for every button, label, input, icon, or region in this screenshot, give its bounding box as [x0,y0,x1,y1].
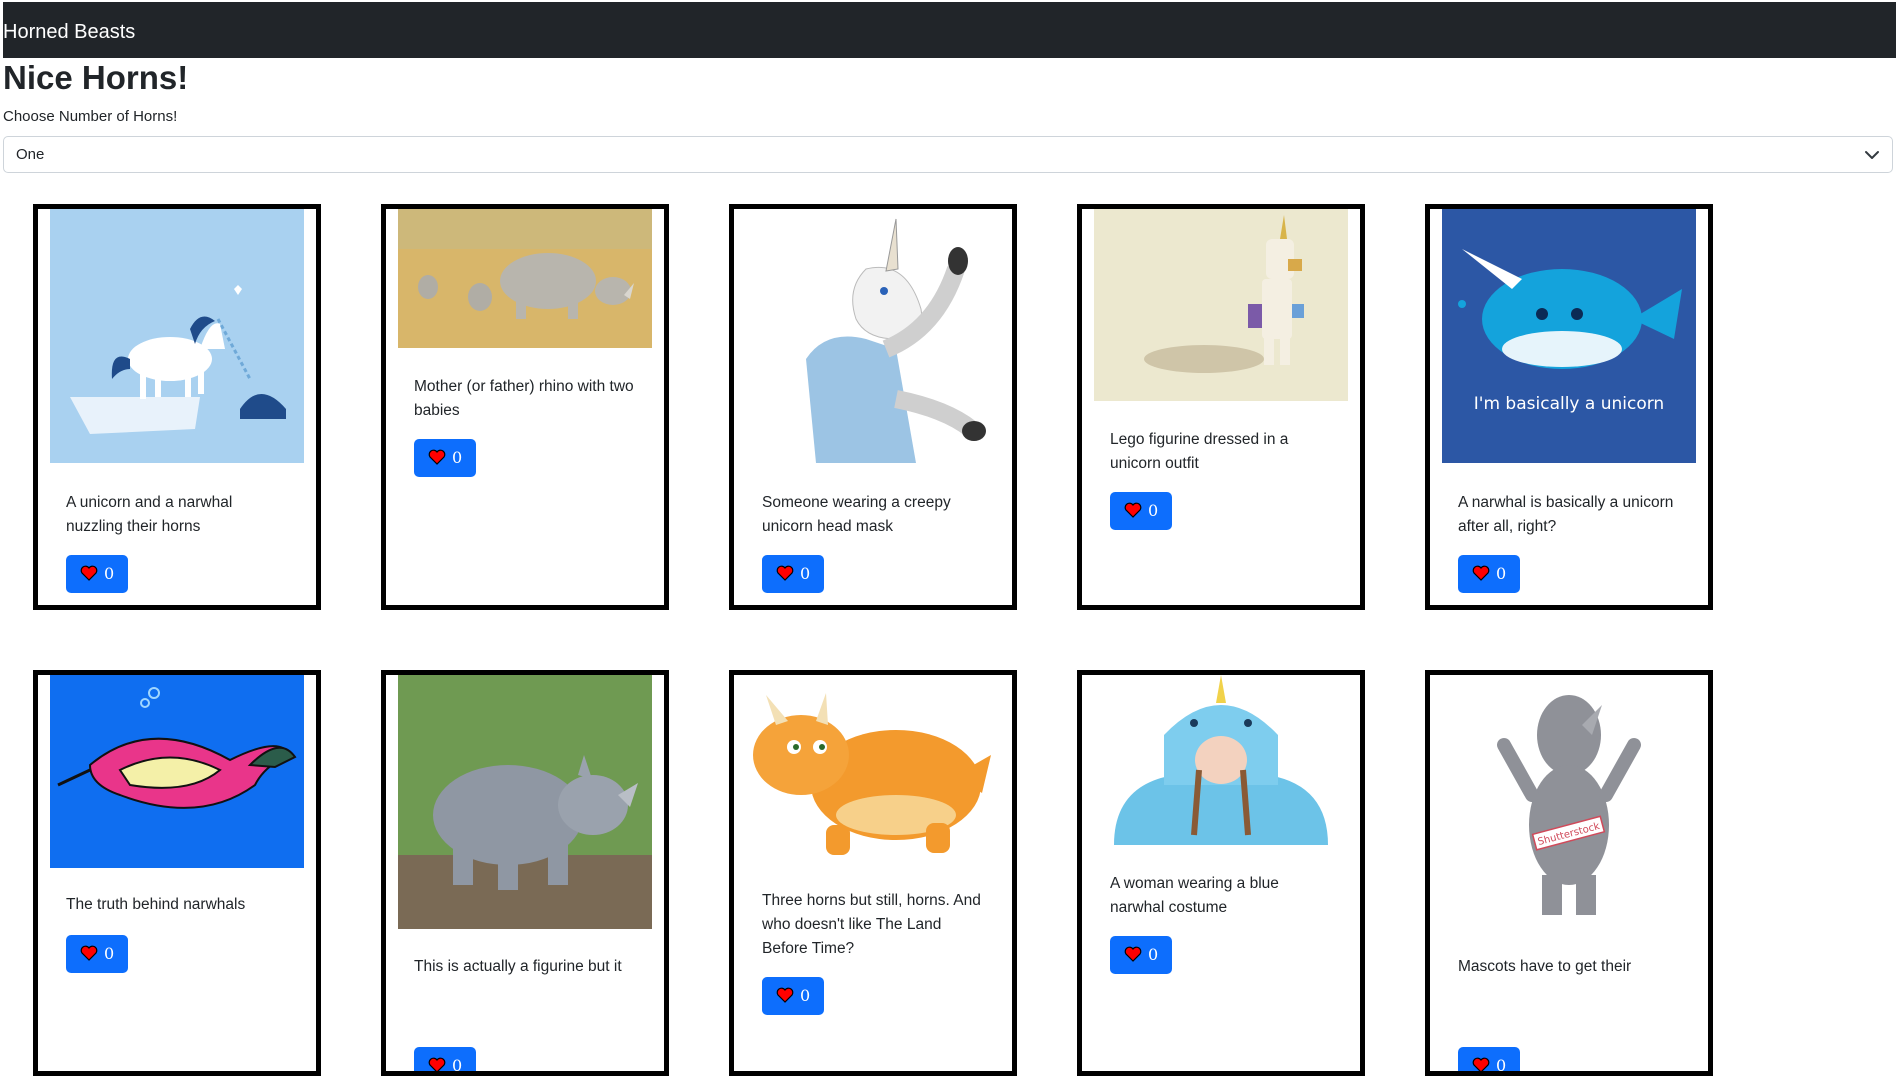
heart-icon [776,987,794,1003]
beast-description: Mascots have to get their [1458,958,1632,975]
beast-description: The truth behind narwhals [66,896,246,913]
navbar: Horned Beasts [3,2,1896,58]
like-button[interactable]: 0 [66,935,128,973]
beast-image[interactable] [746,209,1000,463]
beast-description: Lego figurine dressed in a unicorn outfi… [1110,431,1289,472]
like-count: 0 [452,448,463,467]
unicorn-narwhal-image [50,209,304,463]
like-count: 0 [104,564,115,583]
like-button[interactable]: 0 [1458,555,1520,593]
like-button[interactable]: 0 [1458,1047,1520,1075]
horns-select-value: One [16,146,45,163]
like-button[interactable]: 0 [762,555,824,593]
horns-select-label: Choose Number of Horns! [3,108,178,125]
page-title: Nice Horns! [3,59,189,96]
narwhal-costume-image [1094,675,1348,845]
beast-card: I'm basically a unicorn A narwhal is bas… [1425,204,1713,610]
heart-icon [80,945,98,961]
heart-icon [1472,565,1490,581]
beast-description: A unicorn and a narwhal nuzzling their h… [66,494,233,535]
like-count: 0 [452,1056,463,1075]
like-count: 0 [1496,564,1507,583]
beast-description: Someone wearing a creepy unicorn head ma… [762,494,951,535]
like-button[interactable]: 0 [1110,492,1172,530]
heart-icon [1124,946,1142,962]
image-caption-text: I'm basically a unicorn [1474,394,1664,414]
like-button[interactable]: 0 [762,977,824,1015]
lego-unicorn-image [1094,209,1348,401]
navbar-brand[interactable]: Horned Beasts [3,20,135,44]
heart-icon [428,1057,446,1071]
beast-image[interactable] [398,675,652,929]
like-count: 0 [1496,1056,1507,1075]
like-count: 0 [1148,501,1159,520]
beast-image[interactable] [398,209,652,348]
heart-icon [428,449,446,465]
beast-card: A unicorn and a narwhal nuzzling their h… [33,204,321,610]
narwhal-drawing-image [50,675,304,868]
beast-image[interactable] [746,675,1000,868]
beast-card: The truth behind narwhals 0 [33,670,321,1076]
triceratops-image [746,675,1000,868]
heart-icon [776,565,794,581]
like-count: 0 [1148,945,1159,964]
like-button[interactable]: 0 [414,1047,476,1075]
like-button[interactable]: 0 [1110,936,1172,974]
beast-card: Shutterstock Mascots have to get their 0 [1425,670,1713,1076]
beast-description: A narwhal is basically a unicorn after a… [1458,494,1674,535]
beast-description: Mother (or father) rhino with two babies [414,378,634,419]
beast-image[interactable] [1094,675,1348,845]
rhino-mascot-image: Shutterstock [1442,675,1696,929]
unicorn-mask-image [746,209,1000,463]
beast-card: Three horns but still, horns. And who do… [729,670,1017,1076]
beast-card: A woman wearing a blue narwhal costume 0 [1077,670,1365,1076]
beast-card: This is actually a figurine but it 0 [381,670,669,1076]
beast-image[interactable] [1094,209,1348,401]
heart-icon [1472,1057,1490,1071]
like-count: 0 [104,944,115,963]
like-count: 0 [800,986,811,1005]
beast-image[interactable] [50,209,304,463]
baby-rhino-image [398,675,652,929]
beast-card: Mother (or father) rhino with two babies… [381,204,669,610]
rhino-family-image [398,209,652,348]
beast-card: Someone wearing a creepy unicorn head ma… [729,204,1017,610]
beast-image[interactable] [50,675,304,868]
like-count: 0 [800,564,811,583]
beast-description: This is actually a figurine but it [414,958,622,975]
beast-description: A woman wearing a blue narwhal costume [1110,875,1279,916]
horns-select[interactable]: One [3,136,1893,173]
cartoon-narwhal-image: I'm basically a unicorn [1442,209,1696,463]
beast-image[interactable]: I'm basically a unicorn [1442,209,1696,463]
beast-card: Lego figurine dressed in a unicorn outfi… [1077,204,1365,610]
beast-description: Three horns but still, horns. And who do… [762,892,981,957]
heart-icon [1124,502,1142,518]
heart-icon [80,565,98,581]
like-button[interactable]: 0 [66,555,128,593]
beast-image[interactable]: Shutterstock [1442,675,1696,929]
chevron-down-icon [1865,151,1879,159]
like-button[interactable]: 0 [414,439,476,477]
